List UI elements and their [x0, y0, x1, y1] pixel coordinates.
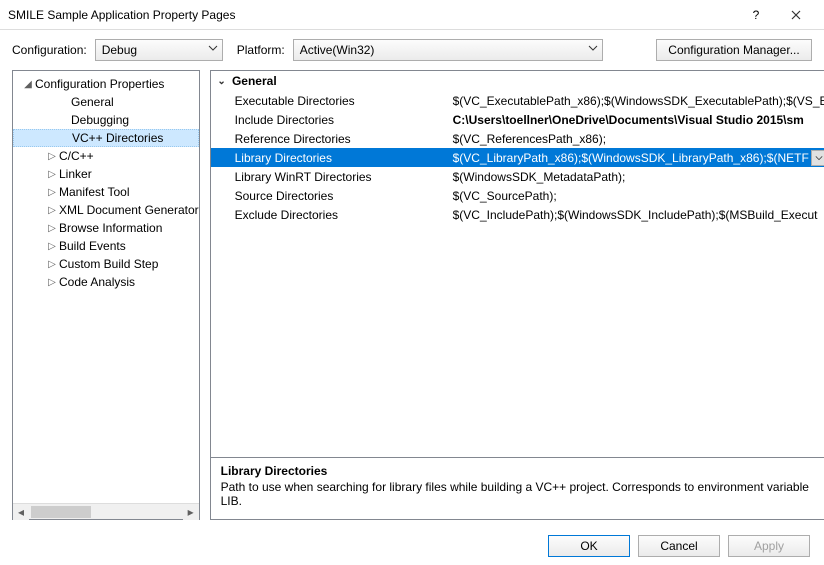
tree-panel: ◢Configuration PropertiesGeneralDebuggin… — [12, 70, 200, 520]
property-row[interactable]: Exclude Directories$(VC_IncludePath);$(W… — [211, 205, 824, 224]
ok-button[interactable]: OK — [548, 535, 630, 557]
property-value[interactable]: $(VC_LibraryPath_x86);$(WindowsSDK_Libra… — [451, 151, 811, 165]
cancel-button[interactable]: Cancel — [638, 535, 720, 557]
platform-value: Active(Win32) — [300, 43, 375, 57]
expand-icon: ▷ — [45, 241, 59, 252]
property-value[interactable]: C:\Users\toellner\OneDrive\Documents\Vis… — [451, 113, 824, 127]
tree-item[interactable]: ▷Custom Build Step — [13, 255, 199, 273]
property-value[interactable]: $(WindowsSDK_MetadataPath); — [451, 170, 824, 184]
property-name: Exclude Directories — [211, 208, 451, 222]
property-name: Source Directories — [211, 189, 451, 203]
property-name: Library Directories — [211, 151, 451, 165]
property-row[interactable]: Library Directories$(VC_LibraryPath_x86)… — [211, 148, 824, 167]
chevron-down-icon — [208, 43, 218, 53]
close-button[interactable] — [776, 1, 816, 29]
tree-item[interactable]: VC++ Directories — [13, 129, 199, 147]
configuration-manager-button[interactable]: Configuration Manager... — [656, 39, 812, 61]
description-panel: Library Directories Path to use when sea… — [211, 457, 824, 519]
property-name: Library WinRT Directories — [211, 170, 451, 184]
footer: OK Cancel Apply — [0, 530, 824, 562]
help-button[interactable]: ? — [736, 1, 776, 29]
configuration-combo[interactable]: Debug — [95, 39, 223, 61]
property-value[interactable]: $(VC_SourcePath); — [451, 189, 824, 203]
titlebar: SMILE Sample Application Property Pages … — [0, 0, 824, 30]
tree-item[interactable]: ▷Linker — [13, 165, 199, 183]
configuration-value: Debug — [102, 43, 137, 57]
property-value[interactable]: $(VC_ReferencesPath_x86); — [451, 132, 824, 146]
property-row[interactable]: Include DirectoriesC:\Users\toellner\One… — [211, 110, 824, 129]
close-icon — [791, 10, 801, 20]
expand-icon: ▷ — [45, 169, 59, 180]
expand-icon: ▷ — [45, 277, 59, 288]
platform-label: Platform: — [237, 43, 285, 57]
tree-item[interactable]: ▷Code Analysis — [13, 273, 199, 291]
expand-icon: ▷ — [45, 187, 59, 198]
scroll-left-icon[interactable]: ◂ — [13, 504, 29, 520]
chevron-down-icon — [588, 43, 598, 53]
tree-item[interactable]: ▷Browse Information — [13, 219, 199, 237]
property-name: Include Directories — [211, 113, 451, 127]
platform-combo[interactable]: Active(Win32) — [293, 39, 603, 61]
property-row[interactable]: Source Directories$(VC_SourcePath); — [211, 186, 824, 205]
collapse-icon: ◢ — [21, 79, 35, 90]
property-row[interactable]: Reference Directories$(VC_ReferencesPath… — [211, 129, 824, 148]
property-name: Executable Directories — [211, 94, 451, 108]
grid-section-header[interactable]: ⌄ General — [211, 71, 824, 91]
tree-root[interactable]: ◢Configuration Properties — [13, 75, 199, 93]
toolbar: Configuration: Debug Platform: Active(Wi… — [0, 30, 824, 70]
property-value[interactable]: $(VC_ExecutablePath_x86);$(WindowsSDK_Ex… — [451, 94, 824, 108]
tree[interactable]: ◢Configuration PropertiesGeneralDebuggin… — [13, 71, 199, 503]
property-name: Reference Directories — [211, 132, 451, 146]
property-row[interactable]: Library WinRT Directories$(WindowsSDK_Me… — [211, 167, 824, 186]
window-title: SMILE Sample Application Property Pages — [8, 8, 736, 22]
collapse-icon: ⌄ — [215, 76, 229, 87]
scroll-right-icon[interactable]: ▸ — [183, 504, 199, 520]
property-grid-panel: ⌄ GeneralExecutable Directories$(VC_Exec… — [210, 70, 824, 520]
tree-scrollbar[interactable]: ◂ ▸ — [13, 503, 199, 519]
property-value[interactable]: $(VC_IncludePath);$(WindowsSDK_IncludePa… — [451, 208, 824, 222]
tree-item[interactable]: ▷Manifest Tool — [13, 183, 199, 201]
scrollbar-thumb[interactable] — [31, 506, 91, 518]
tree-item[interactable]: ▷XML Document Generator — [13, 201, 199, 219]
expand-icon: ▷ — [45, 151, 59, 162]
expand-icon: ▷ — [45, 259, 59, 270]
expand-icon: ▷ — [45, 205, 59, 216]
dropdown-button[interactable] — [811, 150, 824, 166]
property-row[interactable]: Executable Directories$(VC_ExecutablePat… — [211, 91, 824, 110]
tree-item[interactable]: ▷C/C++ — [13, 147, 199, 165]
property-grid[interactable]: ⌄ GeneralExecutable Directories$(VC_Exec… — [211, 71, 824, 457]
tree-item[interactable]: General — [13, 93, 199, 111]
tree-item[interactable]: ▷Build Events — [13, 237, 199, 255]
tree-item[interactable]: Debugging — [13, 111, 199, 129]
configuration-label: Configuration: — [12, 43, 87, 57]
description-text: Path to use when searching for library f… — [221, 480, 818, 508]
apply-button[interactable]: Apply — [728, 535, 810, 557]
description-title: Library Directories — [221, 464, 818, 478]
expand-icon: ▷ — [45, 223, 59, 234]
